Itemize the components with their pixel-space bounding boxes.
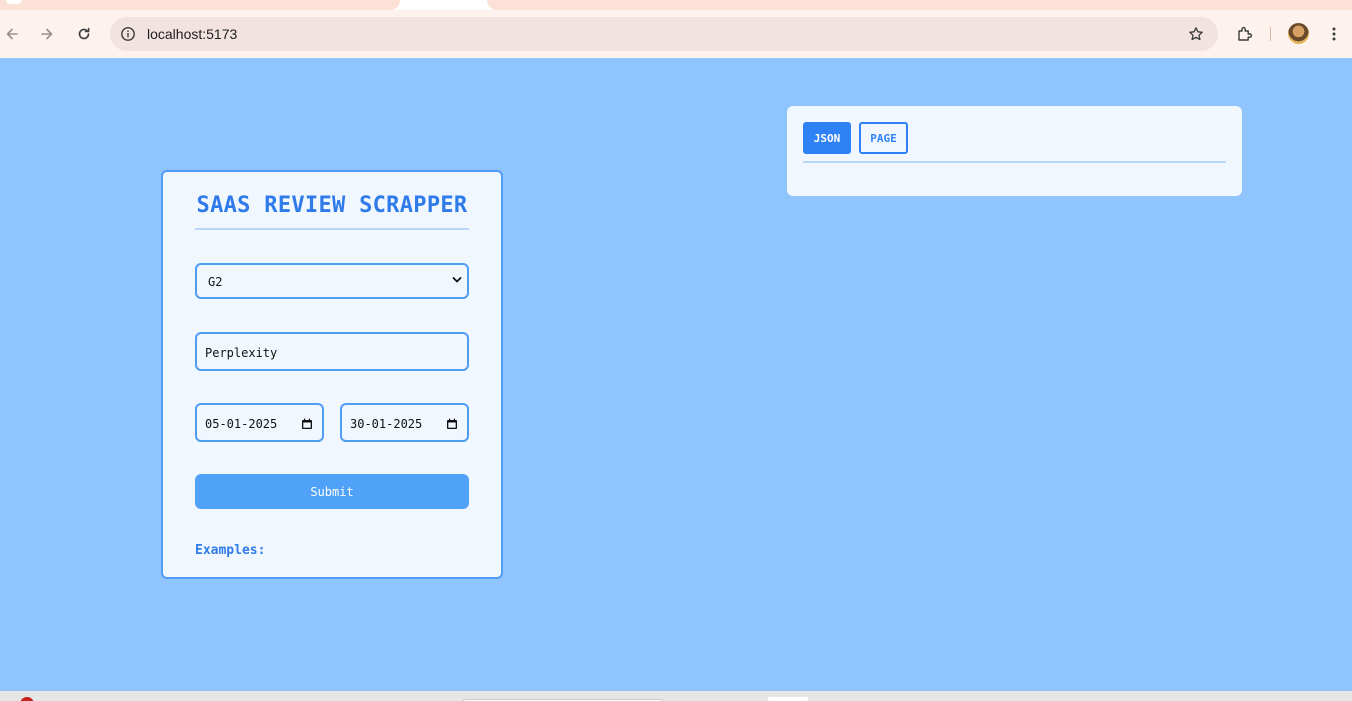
toolbar-separator: [1270, 27, 1271, 41]
profile-avatar[interactable]: [1288, 23, 1309, 44]
taskbar: [0, 691, 1352, 701]
source-select-value: G2: [208, 275, 223, 289]
chevron-down-icon: [451, 274, 463, 286]
start-date-value: 05-01-2025: [205, 417, 278, 431]
output-panel: JSON PAGE: [787, 106, 1242, 196]
examples-label: Examples:: [195, 543, 266, 558]
company-input[interactable]: Perplexity: [195, 332, 469, 371]
end-date-input[interactable]: 30-01-2025: [340, 403, 469, 442]
tab-page[interactable]: PAGE: [859, 122, 908, 154]
panel-divider: [803, 161, 1226, 163]
calendar-icon[interactable]: [300, 417, 313, 430]
address-bar[interactable]: localhost:5173: [110, 17, 1218, 51]
browser-tab[interactable]: [487, 0, 1352, 10]
scraper-form-card: SAAS REVIEW SCRAPPER G2 Perplexity 05-01…: [161, 170, 503, 579]
source-select[interactable]: G2: [195, 263, 469, 299]
extensions-icon[interactable]: [1233, 22, 1257, 46]
browser-tab[interactable]: [0, 0, 400, 10]
title-divider: [195, 228, 469, 230]
start-date-input[interactable]: 05-01-2025: [195, 403, 324, 442]
calendar-icon[interactable]: [445, 417, 458, 430]
browser-toolbar: localhost:5173: [0, 10, 1352, 58]
end-date-value: 30-01-2025: [350, 417, 423, 431]
back-icon[interactable]: [0, 22, 24, 46]
taskbar-app-icon[interactable]: [768, 697, 808, 701]
taskbar-app-icon[interactable]: [20, 697, 34, 701]
menu-kebab-icon[interactable]: [1322, 22, 1346, 46]
url-text[interactable]: localhost:5173: [147, 26, 237, 42]
company-input-value: Perplexity: [205, 346, 278, 360]
reload-icon[interactable]: [72, 22, 96, 46]
submit-button[interactable]: Submit: [195, 474, 469, 509]
forward-icon[interactable]: [35, 22, 59, 46]
bookmark-star-icon[interactable]: [1187, 25, 1205, 43]
site-info-icon[interactable]: [119, 25, 137, 43]
page-title: SAAS REVIEW SCRAPPER: [196, 193, 468, 218]
tab-json[interactable]: JSON: [803, 122, 851, 154]
